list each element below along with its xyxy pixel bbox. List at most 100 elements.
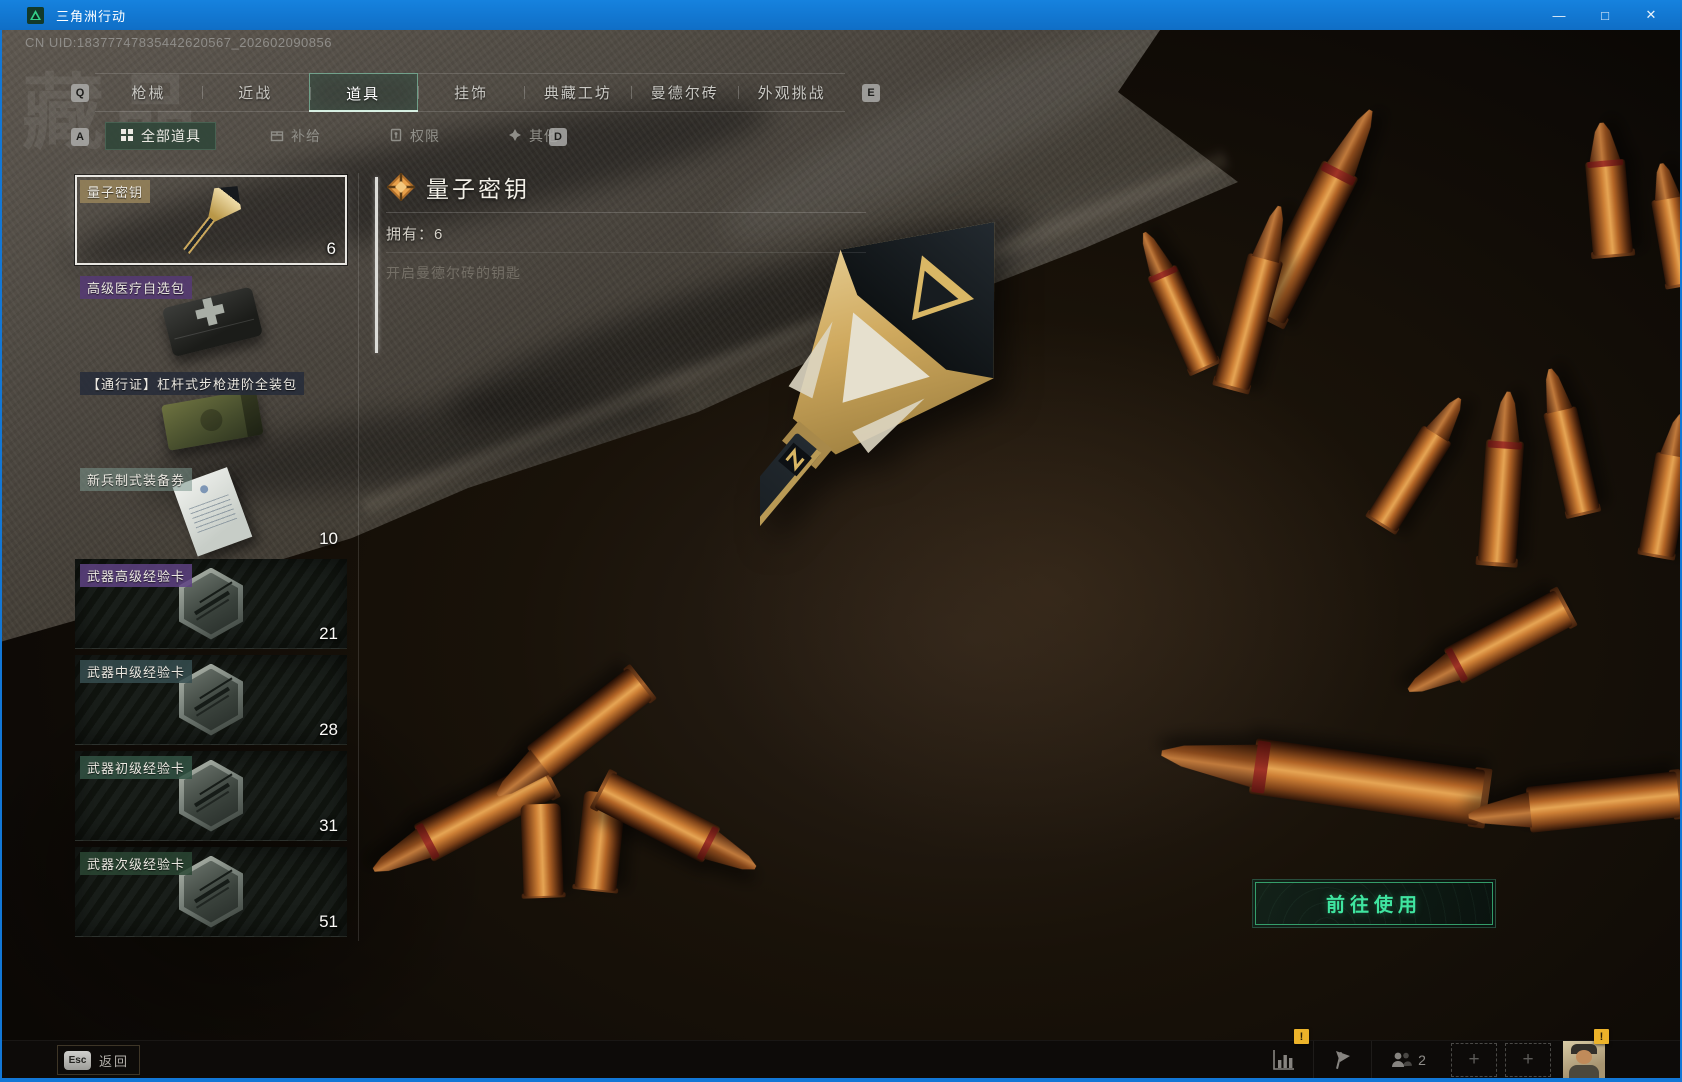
- plus-icon: +: [1522, 1049, 1534, 1070]
- tab-2[interactable]: 道具: [308, 73, 418, 112]
- item-tile-6[interactable]: 武器初级经验卡 31: [75, 751, 347, 841]
- grid-icon: [120, 128, 134, 145]
- use-button[interactable]: 前往使用: [1252, 879, 1496, 928]
- item-description: 开启曼德尔砖的钥匙: [386, 265, 521, 281]
- player-avatar[interactable]: !: [1563, 1029, 1609, 1078]
- permission-icon: [389, 128, 403, 145]
- bottom-bar: Esc 返回 ! 2 + + !: [0, 1029, 1682, 1078]
- esc-key-icon: Esc: [64, 1050, 91, 1070]
- bullet-decoration: [1582, 121, 1635, 260]
- empty-squad-slot[interactable]: +: [1451, 1043, 1497, 1077]
- window-border: [0, 30, 2, 1082]
- close-button[interactable]: ✕: [1628, 0, 1674, 30]
- tab-label: 挂饰: [454, 85, 489, 102]
- subtab-2[interactable]: 权限: [375, 122, 454, 150]
- avatar-face: [1576, 1050, 1592, 1064]
- owned-count: 6: [434, 226, 444, 243]
- item-tile-2[interactable]: 【通行证】杠杆式步枪进阶全装包: [75, 367, 347, 457]
- subtab-label: 权限: [410, 128, 440, 144]
- key-hint-next-subtab: D: [549, 128, 567, 146]
- squad-button[interactable]: 2: [1371, 1041, 1443, 1078]
- game-window: 三角洲行动 — □ ✕ CN UID:18377747835442620567_…: [0, 0, 1682, 1082]
- back-button[interactable]: Esc 返回: [57, 1045, 141, 1075]
- tab-4[interactable]: 典藏工坊: [524, 73, 631, 112]
- key-hint-next-tab: E: [862, 84, 880, 102]
- item-tile-7[interactable]: 武器次级经验卡 51: [75, 847, 347, 937]
- misc-icon: [508, 128, 522, 145]
- tab-0[interactable]: 枪械: [95, 73, 202, 112]
- player-uid: CN UID:18377747835442620567_202602090856: [25, 35, 332, 50]
- plus-icon: +: [1468, 1049, 1480, 1070]
- list-divider: [358, 173, 359, 941]
- back-label: 返回: [99, 1053, 130, 1069]
- item-name-chip: 高级医疗自选包: [80, 276, 193, 299]
- item-name-chip: 武器初级经验卡: [80, 756, 193, 779]
- report-button[interactable]: [1313, 1041, 1371, 1078]
- item-list: 量子密钥 6 高级医疗自选包【通行证】杠杆式步枪进阶全装包 新兵制式装备券 10 武器高级…: [75, 175, 347, 943]
- subtab-0[interactable]: 全部道具: [105, 122, 216, 150]
- people-icon: [1392, 1052, 1413, 1067]
- tab-6[interactable]: 外观挑战: [738, 73, 845, 112]
- item-detail-panel: 量子密钥 拥有：6 开启曼德尔砖的钥匙: [386, 170, 866, 283]
- subtab-label: 补给: [291, 128, 321, 144]
- avatar-body: [1569, 1065, 1599, 1078]
- tab-label: 曼德尔砖: [650, 85, 719, 102]
- bullet-decoration: [1636, 411, 1682, 561]
- item-name-chip: 【通行证】杠杆式步枪进阶全装包: [80, 372, 305, 395]
- empty-squad-slot[interactable]: +: [1505, 1043, 1551, 1077]
- tab-label: 道具: [346, 85, 381, 103]
- app-title: 三角洲行动: [56, 8, 127, 24]
- key-hint-prev-subtab: A: [71, 128, 89, 146]
- item-count: 6: [326, 239, 336, 258]
- divider: [386, 212, 866, 213]
- item-count: 28: [319, 720, 338, 739]
- divider: [386, 252, 866, 253]
- item-title: 量子密钥: [426, 176, 530, 202]
- item-name-chip: 武器次级经验卡: [80, 852, 193, 875]
- subtab-1[interactable]: 补给: [256, 122, 335, 150]
- alert-badge: !: [1294, 1029, 1309, 1044]
- owned-label: 拥有：: [386, 226, 435, 243]
- tab-bar: 枪械 近战 道具 挂饰 典藏工坊 曼德尔砖 外观挑战: [95, 73, 845, 112]
- use-button-label: 前往使用: [1325, 895, 1422, 916]
- maximize-button[interactable]: □: [1582, 0, 1628, 30]
- subtab-label: 全部道具: [141, 128, 201, 144]
- item-tile-4[interactable]: 武器高级经验卡 21: [75, 559, 347, 649]
- bullet-decoration: [1645, 160, 1682, 290]
- item-tile-3[interactable]: 新兵制式装备券 10: [75, 463, 347, 557]
- alert-badge: !: [1594, 1029, 1609, 1044]
- minimize-button[interactable]: —: [1536, 0, 1582, 30]
- squad-count: 2: [1418, 1052, 1426, 1068]
- item-tile-5[interactable]: 武器中级经验卡 28: [75, 655, 347, 745]
- bullet-decoration: [520, 797, 566, 899]
- item-count: 21: [319, 624, 338, 643]
- owned-count-row: 拥有：6: [386, 223, 866, 244]
- tab-1[interactable]: 近战: [201, 73, 309, 112]
- item-count: 51: [319, 912, 338, 931]
- tab-label: 枪械: [131, 85, 166, 102]
- item-name-chip: 量子密钥: [80, 180, 151, 203]
- bullet-decoration: [1534, 365, 1602, 520]
- tab-label: 近战: [238, 85, 273, 102]
- window-border: [0, 1078, 1682, 1082]
- window-titlebar: 三角洲行动 — □ ✕: [0, 0, 1682, 30]
- item-name-chip: 新兵制式装备券: [80, 468, 193, 491]
- item-tile-0[interactable]: 量子密钥 6: [75, 175, 347, 265]
- flag-icon: [1335, 1051, 1350, 1070]
- item-tile-1[interactable]: 高级医疗自选包: [75, 271, 347, 361]
- stats-button[interactable]: !: [1255, 1029, 1313, 1078]
- tab-label: 外观挑战: [757, 85, 826, 102]
- app-logo-icon: [27, 6, 44, 24]
- rarity-diamond-icon: [386, 172, 416, 202]
- tab-5[interactable]: 曼德尔砖: [631, 73, 738, 112]
- subtab-bar: 全部道具 补给 权限 其他: [105, 122, 573, 150]
- item-count: 31: [319, 816, 338, 835]
- tab-3[interactable]: 挂饰: [417, 73, 525, 112]
- scrollbar-thumb[interactable]: [375, 177, 378, 353]
- supply-icon: [270, 128, 284, 145]
- bar-chart-icon: [1273, 1050, 1294, 1070]
- tab-label: 典藏工坊: [543, 85, 612, 102]
- item-count: 10: [319, 529, 338, 548]
- item-name-chip: 武器中级经验卡: [80, 660, 193, 683]
- item-name-chip: 武器高级经验卡: [80, 564, 193, 587]
